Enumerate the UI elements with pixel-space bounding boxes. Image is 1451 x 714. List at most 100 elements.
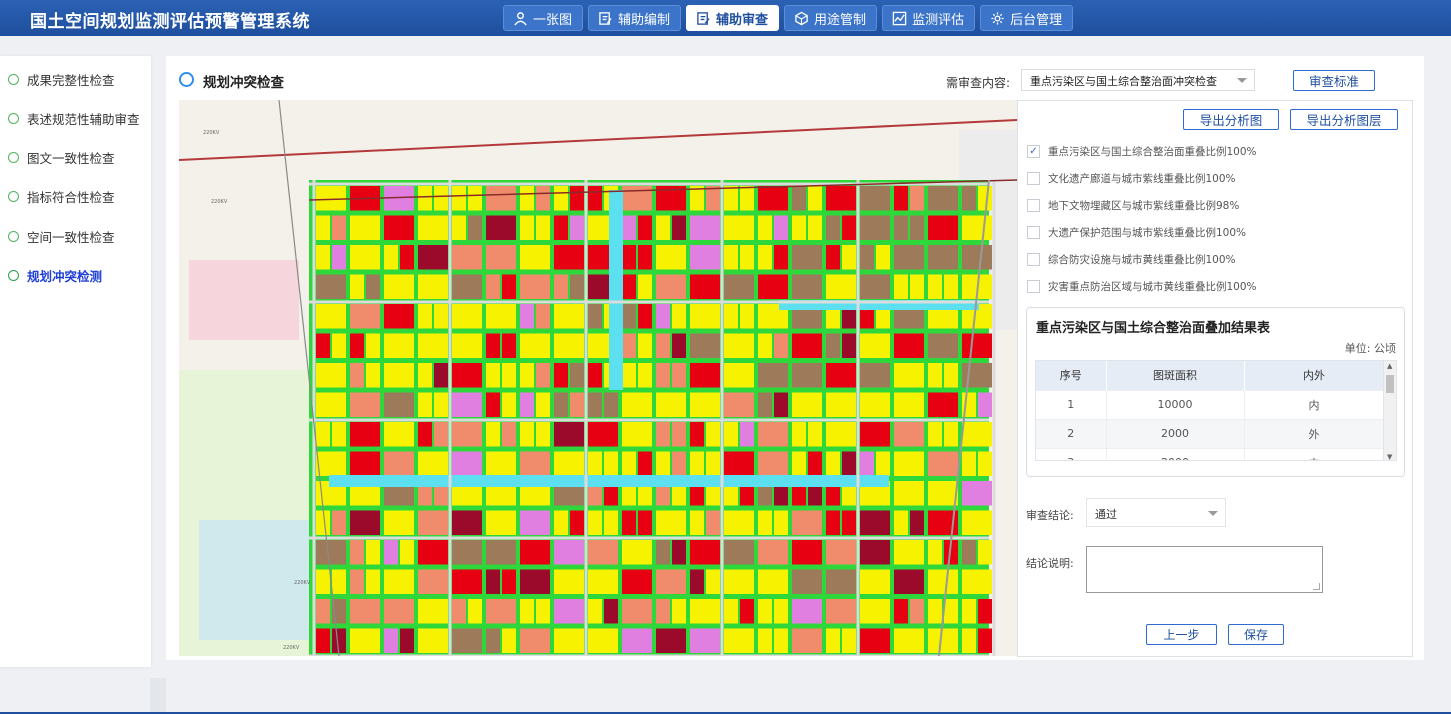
land-parcel — [792, 540, 822, 565]
sidebar-item-label: 规划冲突检测 — [27, 268, 103, 284]
land-parcel — [928, 245, 958, 270]
land-parcel — [588, 599, 602, 624]
land-parcel — [520, 599, 534, 624]
land-parcel — [520, 540, 550, 565]
land-parcel — [860, 540, 890, 565]
check-item[interactable]: ✓ 重点污染区与国土综合整治面重叠比例100% — [1027, 144, 1257, 159]
nav-fuzhubianzhi[interactable]: 辅助编制 — [588, 5, 682, 31]
land-parcel — [638, 245, 652, 270]
check-item[interactable]: 灾害重点防治区域与城市黄线重叠比例100% — [1027, 279, 1257, 294]
land-parcel — [418, 304, 432, 329]
export-layer-button[interactable]: 导出分析图层 — [1290, 109, 1398, 130]
check-item[interactable]: 地下文物埋藏区与城市紫线重叠比例98% — [1027, 198, 1239, 213]
sidebar-item-text-map[interactable]: 图文一致性检查 — [8, 147, 115, 167]
land-parcel — [536, 186, 550, 211]
check-item[interactable]: 综合防灾设施与城市黄线重叠比例100% — [1027, 252, 1236, 267]
export-map-button[interactable]: 导出分析图 — [1183, 109, 1279, 130]
land-parcel — [316, 304, 346, 329]
table-scrollbar[interactable]: ▲ ▼ — [1383, 361, 1396, 460]
sidebar-item-indicator[interactable]: 指标符合性检查 — [8, 186, 115, 206]
land-parcel — [520, 392, 534, 417]
land-parcel — [520, 333, 550, 358]
section-title: 规划冲突检查 — [203, 75, 284, 91]
land-parcel — [740, 599, 754, 624]
land-parcel — [384, 274, 414, 299]
sidebar-item-completeness[interactable]: 成果完整性检查 — [8, 69, 115, 89]
land-parcel — [672, 215, 686, 240]
land-parcel — [656, 451, 670, 476]
land-parcel — [724, 628, 754, 653]
check-item-label: 大遗产保护范围与城市紫线重叠比例100% — [1048, 227, 1247, 239]
land-parcel — [826, 569, 856, 594]
land-parcel — [316, 215, 330, 240]
canal — [609, 190, 623, 390]
sidebar-shadow — [150, 678, 166, 714]
nav-jiancepinggu[interactable]: 监测评估 — [882, 5, 976, 31]
land-parcel — [502, 569, 516, 594]
prev-step-button[interactable]: 上一步 — [1146, 624, 1217, 645]
checkbox-icon[interactable] — [1027, 199, 1040, 212]
land-parcel — [638, 333, 652, 358]
land-parcel — [434, 304, 448, 329]
circle-icon — [8, 190, 19, 202]
table-header-cell: 内外 — [1244, 361, 1385, 390]
land-parcel — [452, 363, 482, 388]
planning-map[interactable]: 220KV 220KV 220KV 220KV — [179, 100, 1017, 656]
resize-grip-icon[interactable] — [1313, 583, 1320, 590]
land-parcel — [826, 451, 840, 476]
nav-yongtuguanzhi[interactable]: 用途管制 — [784, 5, 878, 31]
checkbox-icon[interactable] — [1027, 172, 1040, 185]
land-parcel — [554, 333, 584, 358]
land-parcel — [486, 304, 516, 329]
land-parcel — [536, 363, 550, 388]
map-label: 220KV — [211, 199, 228, 205]
land-parcel — [316, 333, 330, 358]
nav-fuzhushencha[interactable]: 辅助审查 — [686, 5, 780, 31]
result-table: 序号 图斑面积 内外 1 10000 内 2 2000 外 ▲ ▼ — [1035, 360, 1397, 461]
scroll-down-icon[interactable]: ▼ — [1387, 453, 1392, 460]
land-parcel — [520, 510, 550, 535]
scroll-up-icon[interactable]: ▲ — [1387, 362, 1392, 370]
land-parcel — [588, 569, 618, 594]
checkbox-icon[interactable] — [1027, 280, 1040, 293]
land-parcel — [638, 510, 652, 535]
sidebar-item-expression[interactable]: 表述规范性辅助审查 — [8, 108, 140, 128]
scroll-thumb[interactable] — [1386, 375, 1394, 393]
land-parcel — [350, 363, 364, 388]
land-parcel — [690, 451, 704, 476]
land-parcel — [486, 245, 516, 270]
land-parcel — [656, 422, 670, 447]
checkbox-icon[interactable] — [1027, 226, 1040, 239]
land-parcel — [962, 628, 976, 653]
review-standard-button[interactable]: 审查标准 — [1293, 70, 1375, 91]
conclusion-select[interactable]: 通过 — [1086, 498, 1226, 527]
check-item[interactable]: 文化遗产廊道与城市紫线重叠比例100% — [1027, 171, 1236, 186]
sidebar-item-spatial[interactable]: 空间一致性检查 — [8, 226, 115, 246]
land-parcel — [350, 451, 380, 476]
sidebar-item-conflict[interactable]: 规划冲突检测 — [8, 265, 102, 285]
land-parcel — [928, 186, 958, 211]
check-item[interactable]: 大遗产保护范围与城市紫线重叠比例100% — [1027, 225, 1246, 240]
land-parcel — [316, 186, 346, 211]
land-parcel — [860, 274, 890, 299]
land-parcel — [384, 451, 414, 476]
land-parcel — [350, 510, 380, 535]
land-parcel — [928, 215, 958, 240]
review-content-select[interactable]: 重点污染区与国土综合整治面冲突检查 — [1021, 69, 1255, 91]
land-parcel — [486, 540, 516, 565]
nav-yizhangtu[interactable]: 一张图 — [503, 5, 584, 31]
save-button[interactable]: 保存 — [1228, 624, 1284, 645]
land-parcel — [672, 333, 686, 358]
land-parcel — [604, 392, 618, 417]
land-parcel — [894, 333, 924, 358]
land-parcel — [774, 333, 788, 358]
land-parcel — [774, 599, 788, 624]
land-parcel — [826, 628, 840, 653]
land-parcel — [842, 245, 856, 270]
land-parcel — [452, 304, 482, 329]
nav-houtaiguanli[interactable]: 后台管理 — [980, 5, 1074, 31]
conclusion-note-textarea[interactable] — [1086, 546, 1323, 593]
checkbox-icon[interactable] — [1027, 253, 1040, 266]
checkbox-checked-icon[interactable]: ✓ — [1027, 145, 1040, 158]
land-parcel — [656, 599, 670, 624]
